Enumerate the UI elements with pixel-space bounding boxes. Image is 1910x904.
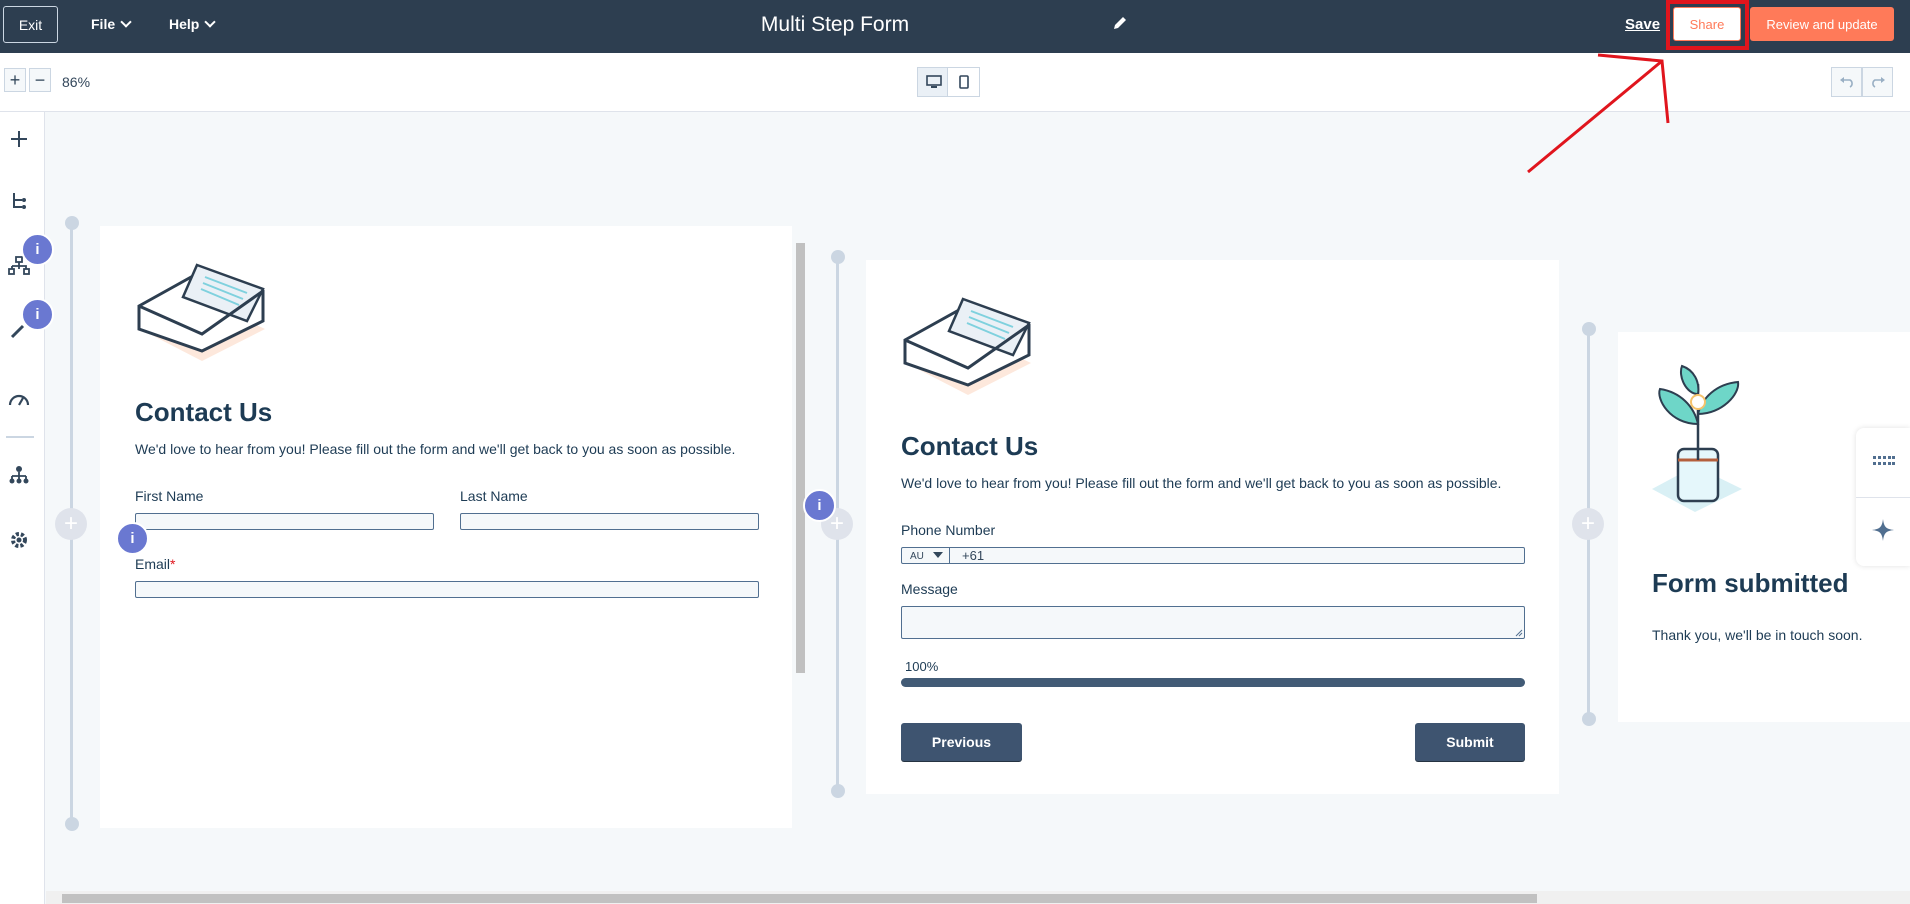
connector-dot — [831, 250, 845, 264]
add-step-button[interactable]: + — [1572, 508, 1604, 540]
country-code-select[interactable]: AU — [902, 548, 950, 563]
connector-dot — [65, 216, 79, 230]
zoom-in-button[interactable]: + — [4, 68, 26, 92]
undo-icon — [1839, 77, 1853, 88]
connector-dot — [65, 817, 79, 831]
message-label: Message — [901, 581, 958, 597]
caret-down-icon — [932, 552, 943, 558]
form-description: We'd love to hear from you! Please fill … — [135, 441, 736, 457]
keyboard-icon[interactable] — [1872, 454, 1896, 468]
desktop-view-button[interactable] — [917, 67, 950, 97]
phone-number-field[interactable]: AU +61 — [901, 547, 1525, 564]
first-name-field[interactable] — [135, 513, 434, 530]
tree-icon[interactable] — [6, 188, 32, 214]
submit-button[interactable]: Submit — [1415, 723, 1525, 761]
connector-dot — [1582, 322, 1596, 336]
canvas-horizontal-scrollbar-thumb[interactable] — [62, 894, 1537, 903]
last-name-field[interactable] — [460, 513, 759, 530]
progress-track — [901, 678, 1525, 687]
annotation-arrow — [1527, 53, 1670, 174]
first-name-label: First Name — [135, 488, 204, 504]
document-title: Multi Step Form — [760, 13, 910, 36]
envelope-illustration — [137, 263, 265, 361]
step-1-scrollbar-thumb[interactable] — [796, 243, 805, 673]
connector-dot — [1582, 712, 1596, 726]
connector-dot — [831, 784, 845, 798]
form-title: Contact Us — [135, 397, 273, 427]
email-label-text: Email — [135, 556, 171, 572]
plus-icon[interactable] — [6, 126, 32, 152]
resize-handle-icon[interactable] — [1515, 629, 1523, 637]
zoom-out-button[interactable]: − — [29, 68, 51, 92]
phone-prefix: +61 — [962, 548, 985, 563]
help-menu[interactable]: Help — [169, 15, 217, 32]
phone-number-label: Phone Number — [901, 522, 996, 538]
gauge-icon[interactable] — [6, 386, 32, 412]
file-menu-label: File — [91, 16, 116, 32]
review-and-update-button[interactable]: Review and update — [1750, 7, 1894, 41]
left-sidebar — [0, 112, 45, 904]
info-badge[interactable]: i — [116, 522, 149, 555]
gear-icon[interactable] — [6, 527, 32, 553]
chevron-down-icon — [120, 15, 132, 28]
progress-text: 100% — [905, 659, 939, 674]
floating-tools-panel — [1856, 428, 1910, 566]
form-step-2[interactable]: Contact Us We'd love to hear from you! P… — [866, 260, 1559, 794]
mobile-view-button[interactable] — [947, 67, 980, 97]
save-button[interactable]: Save — [1625, 16, 1660, 33]
pencil-icon[interactable] — [1112, 15, 1128, 31]
file-menu[interactable]: File — [91, 15, 132, 32]
country-code-value: AU — [910, 551, 924, 562]
envelope-illustration — [903, 297, 1031, 395]
undo-button[interactable] — [1831, 67, 1862, 97]
submitted-message: Thank you, we'll be in touch soon. — [1652, 627, 1863, 643]
previous-button[interactable]: Previous — [901, 723, 1022, 761]
form-step-1[interactable]: Contact Us We'd love to hear from you! P… — [100, 226, 792, 828]
desktop-icon — [925, 75, 942, 88]
help-menu-label: Help — [169, 16, 200, 32]
info-badge[interactable]: i — [21, 298, 54, 331]
zoom-level: 86% — [62, 74, 91, 90]
form-description: We'd love to hear from you! Please fill … — [901, 475, 1502, 491]
submitted-title: Form submitted — [1652, 568, 1849, 598]
info-badge[interactable]: i — [803, 489, 836, 522]
share-button[interactable]: Share — [1673, 7, 1741, 41]
form-title: Contact Us — [901, 431, 1039, 461]
info-badge[interactable]: i — [21, 233, 54, 266]
email-field[interactable] — [135, 581, 759, 598]
message-textarea[interactable] — [901, 606, 1525, 639]
last-name-label: Last Name — [460, 488, 528, 504]
add-step-button[interactable]: + — [55, 508, 87, 540]
sparkle-icon[interactable] — [1871, 518, 1895, 542]
email-label: Email* — [135, 556, 175, 572]
redo-icon — [1871, 77, 1885, 88]
exit-button[interactable]: Exit — [3, 6, 58, 43]
redo-button[interactable] — [1862, 67, 1893, 97]
mobile-icon — [958, 75, 969, 89]
required-mark: * — [170, 556, 176, 572]
hierarchy-icon[interactable] — [6, 462, 32, 488]
sidebar-divider — [6, 436, 34, 438]
chevron-down-icon — [204, 15, 217, 28]
panel-divider — [1856, 497, 1910, 498]
progress-fill — [901, 678, 1525, 687]
plant-jar-illustration — [1652, 364, 1742, 512]
